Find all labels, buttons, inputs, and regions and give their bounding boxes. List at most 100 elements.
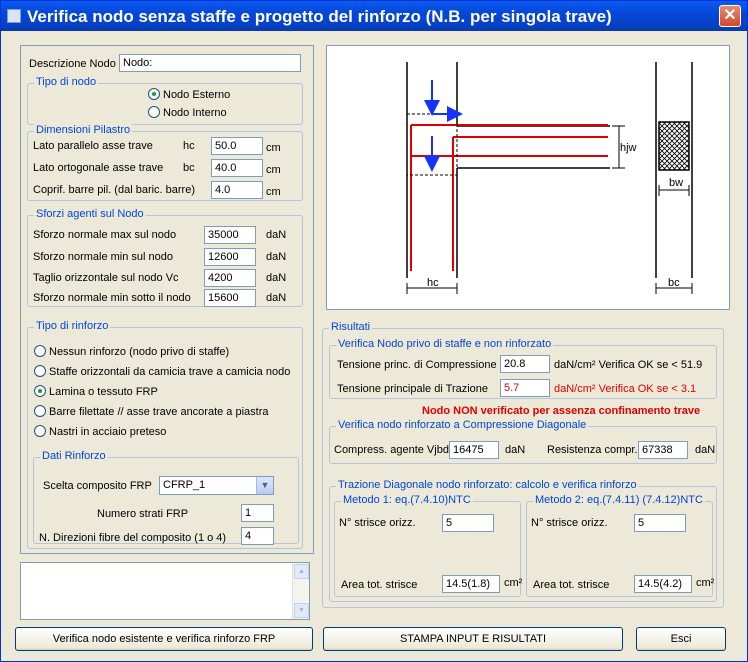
radio-icon [34, 365, 46, 377]
strisce-label-m2: N° strisce orizz. [531, 517, 608, 529]
tipo-nodo-group: Tipo di nodo Nodo Esterno Nodo Interno [27, 76, 303, 125]
unit-cm2: cm² [504, 577, 523, 589]
verifica-title: Verifica Nodo privo di staffe e non rinf… [336, 338, 554, 350]
notes-textarea[interactable]: ▲ ▼ [20, 562, 310, 620]
taglio-label: Taglio orizzontale sul nodo Vc [33, 272, 179, 284]
dati-rinforzo-title: Dati Rinforzo [40, 450, 108, 462]
taglio-input[interactable]: 4200 [204, 269, 256, 287]
unit-cm: cm [266, 186, 281, 198]
esci-button[interactable]: Esci [636, 627, 726, 651]
app-icon [7, 9, 21, 23]
risultati-title: Risultati [329, 321, 373, 333]
copriferro-input[interactable]: 4.0 [211, 181, 263, 199]
radio-staffe-orizzontali[interactable]: Staffe orizzontali da camicia trave a ca… [34, 365, 290, 378]
dati-rinforzo-group: Dati Rinforzo Scelta composito FRP CFRP_… [33, 450, 299, 545]
unit-dan: daN [266, 229, 287, 241]
unit-dan: daN [266, 251, 287, 263]
vjbd-label: Compress. agente Vjbd [334, 444, 449, 456]
composito-select[interactable]: CFRP_1 ▼ [159, 476, 274, 495]
compressione-value: 20.8 [500, 355, 550, 373]
unit-cm: cm [266, 142, 281, 154]
radio-label: Barre filettate // asse trave ancorate a… [49, 406, 269, 418]
dim-symbol-bc: bc [183, 162, 195, 174]
hc-label: hc [427, 277, 439, 289]
unit-dan: daN [505, 444, 526, 456]
dim-label-copriferro: Coprif. barre pil. (dal baric. barre) [33, 184, 196, 196]
metodo1-group: Metodo 1: eq.(7.4.10)NTC N° strisce oriz… [334, 494, 523, 597]
direzioni-label: N. Direzioni fibre del composito (1 o 4) [39, 532, 227, 544]
resistenza-value: 67338 [638, 441, 688, 459]
compressione-diagonale-group: Verifica nodo rinforzato a Compressione … [329, 419, 717, 464]
radio-label: Nodo Esterno [163, 89, 231, 101]
verifica-non-rinforzato-group: Verifica Nodo privo di staffe e non rinf… [329, 338, 717, 399]
sforzo-label-sotto: Sforzo normale min sotto il nodo [33, 292, 191, 304]
compressione-label: Tensione princ. di Compressione [337, 359, 497, 371]
radio-label: Nodo Interno [163, 107, 227, 119]
radio-nessun-rinforzo[interactable]: Nessun rinforzo (nodo privo di staffe) [34, 345, 229, 358]
sforzo-sotto-input[interactable]: 15600 [204, 289, 256, 307]
unit-dan: daN [695, 444, 716, 456]
input-panel: Descrizione Nodo Nodo: Tipo di nodo Nodo… [20, 45, 314, 554]
sforzo-max-input[interactable]: 35000 [204, 226, 256, 244]
beam-section-hatch [658, 121, 690, 171]
node-diagram-drawing: hjw hc bw bc [406, 62, 693, 294]
compressione-note: daN/cm² Verifica OK se < 51.9 [554, 359, 703, 371]
radio-lamina-frp[interactable]: Lamina o tessuto FRP [34, 385, 158, 398]
verifica-button[interactable]: Verifica nodo esistente e verifica rinfo… [15, 627, 313, 651]
resistenza-label: Resistenza compr. [547, 444, 638, 456]
radio-label: Nessun rinforzo (nodo privo di staffe) [49, 346, 230, 358]
radio-nastri-acciaio[interactable]: Nastri in acciaio preteso [34, 425, 166, 438]
dimensioni-title: Dimensioni Pilastro [34, 124, 133, 136]
unit-dan: daN [266, 272, 287, 284]
window-title: Verifica nodo senza staffe e progetto de… [27, 7, 612, 26]
vjbd-value: 16475 [449, 441, 499, 459]
composito-value: CFRP_1 [163, 479, 206, 491]
unit-cm: cm [266, 164, 281, 176]
trazione-value: 5.7 [500, 379, 550, 397]
radio-nodo-esterno[interactable]: Nodo Esterno [148, 88, 230, 101]
radio-icon [148, 106, 160, 118]
radio-icon [34, 425, 46, 437]
compressione-diag-title: Verifica nodo rinforzato a Compressione … [336, 419, 589, 431]
radio-label: Nastri in acciaio preteso [49, 426, 167, 438]
rinforzo-group: Tipo di rinforzo Nessun rinforzo (nodo p… [27, 320, 303, 549]
descrizione-input[interactable]: Nodo: [119, 54, 301, 72]
strisce-value-m1: 5 [442, 514, 494, 532]
sforzo-label-min: Sforzo normale min sul nodo [33, 251, 174, 263]
notes-scrollbar[interactable]: ▲ ▼ [292, 563, 309, 619]
strati-input[interactable]: 1 [241, 504, 274, 522]
bc-input[interactable]: 40.0 [211, 159, 263, 177]
dim-symbol-hc: hc [183, 140, 195, 152]
area-value-m2: 14.5(4.2) [634, 575, 692, 593]
warning-message: Nodo NON verificato per assenza confinam… [422, 405, 701, 417]
tipo-nodo-title: Tipo di nodo [34, 76, 99, 88]
scroll-down-icon[interactable]: ▼ [294, 603, 309, 618]
radio-barre-filettate[interactable]: Barre filettate // asse trave ancorate a… [34, 405, 269, 418]
stampa-button[interactable]: STAMPA INPUT E RISULTATI [323, 627, 623, 651]
radio-nodo-interno[interactable]: Nodo Interno [148, 106, 227, 119]
trazione-label: Tensione principale di Trazione [337, 383, 489, 395]
sforzo-label-max: Sforzo normale max sul nodo [33, 229, 177, 241]
bc-label: bc [668, 277, 680, 289]
radio-selected-icon [148, 88, 160, 100]
risultati-group: Risultati Verifica Nodo privo di staffe … [322, 321, 724, 608]
metodo2-title: Metodo 2: eq.(7.4.11) (7.4.12)NTC [533, 494, 705, 506]
radio-icon [34, 405, 46, 417]
trazione-diag-title: Trazione Diagonale nodo rinforzato: calc… [336, 479, 639, 491]
scroll-up-icon[interactable]: ▲ [294, 564, 309, 579]
metodo1-title: Metodo 1: eq.(7.4.10)NTC [341, 494, 473, 506]
direzioni-input[interactable]: 4 [241, 527, 274, 545]
frp-reinforcement-lines [410, 124, 608, 271]
sforzi-group: Sforzi agenti sul Nodo Sforzo normale ma… [27, 208, 303, 307]
title-bar: Verifica nodo senza staffe e progetto de… [1, 1, 747, 31]
radio-selected-icon [34, 385, 46, 397]
strisce-label-m1: N° strisce orizz. [339, 517, 416, 529]
area-label-m2: Area tot. strisce [533, 579, 610, 591]
chevron-down-icon[interactable]: ▼ [256, 477, 273, 494]
column-outline [406, 62, 610, 278]
hc-input[interactable]: 50.0 [211, 137, 263, 155]
sforzo-min-input[interactable]: 12600 [204, 248, 256, 266]
radio-label: Staffe orizzontali da camicia trave a ca… [49, 366, 291, 378]
strati-label: Numero strati FRP [97, 508, 189, 520]
close-button[interactable]: ✕ [719, 5, 741, 27]
